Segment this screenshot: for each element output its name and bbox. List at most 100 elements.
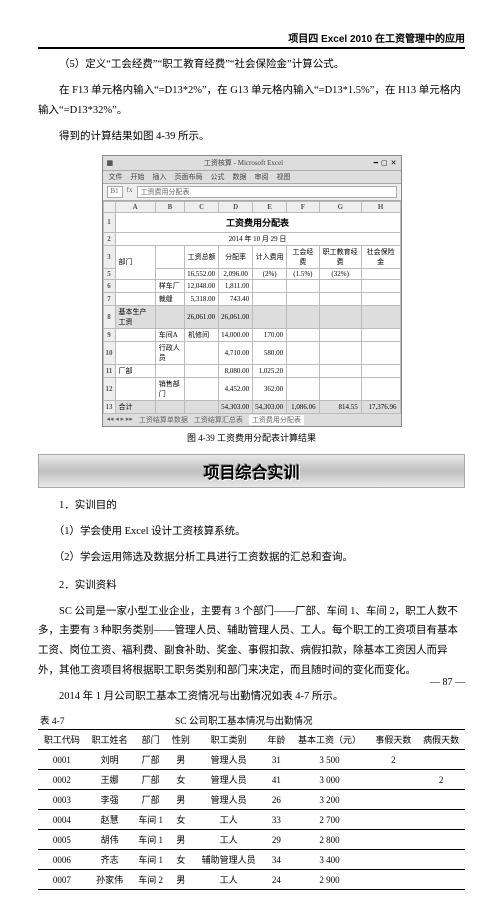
cell	[361, 279, 400, 292]
td: 29	[263, 830, 289, 850]
td: 胡伟	[86, 830, 134, 850]
cell: 1,086.06	[287, 400, 319, 413]
heading: 2．实训资料	[38, 576, 465, 596]
td: 0005	[38, 830, 86, 850]
cell	[319, 279, 361, 292]
td: 2	[369, 750, 417, 770]
row-h: 9	[103, 328, 115, 341]
cell: 基本生产工资	[115, 305, 155, 328]
cell	[185, 400, 219, 413]
cell: 销售部门	[155, 377, 184, 400]
row-h: 12	[103, 377, 115, 400]
col-headers: A B C D E F G H	[103, 201, 400, 212]
paragraph: （5）定义“工会经费”“职工教育经费”“社会保险金”计算公式。	[38, 55, 465, 75]
table-row: 0002王娜厂部女管理人员413 0002	[38, 770, 465, 790]
cell	[361, 328, 400, 341]
nav-icon: ◂◂ ◂ ▸ ▸▸	[107, 415, 133, 425]
cell	[319, 364, 361, 377]
excel-titlebar: ▦ 工资核算 - Microsoft Excel ━ ▢ ✕	[103, 156, 401, 171]
cell: (2%)	[253, 268, 287, 279]
excel-screenshot: ▦ 工资核算 - Microsoft Excel ━ ▢ ✕ 文件 开始 插入 …	[102, 155, 402, 427]
cell	[361, 364, 400, 377]
row-h: 3	[103, 245, 115, 268]
td	[369, 850, 417, 870]
td: 厂部	[133, 790, 167, 810]
td: 33	[263, 810, 289, 830]
cell: 工资总额	[185, 245, 219, 268]
cell: 743.40	[219, 292, 253, 305]
cell	[115, 292, 155, 305]
cell	[155, 268, 184, 279]
formula-box: 工资费用分配表	[137, 186, 397, 198]
paragraph: 在 F13 单元格内输入“=D13*2%”，在 G13 单元格内输入“=D13*…	[38, 81, 465, 121]
cell	[185, 377, 219, 400]
td: 管理人员	[194, 790, 263, 810]
cell-ref: B1	[107, 186, 123, 198]
td: 刘明	[86, 750, 134, 770]
cell: 2,096.00	[219, 268, 253, 279]
header-rule	[38, 47, 465, 49]
cell	[287, 364, 319, 377]
banner-title: 项目综合实训	[203, 465, 299, 482]
row-h: 8	[103, 305, 115, 328]
sheet-tab: 工资结算单数据	[139, 415, 188, 425]
row-h: 13	[103, 400, 115, 413]
td: 赵慧	[86, 810, 134, 830]
row-h: 5	[103, 268, 115, 279]
minimize-icon: ━	[374, 159, 378, 167]
excel-sheet-tabs: ◂◂ ◂ ▸ ▸▸ 工资结算单数据 工资结算汇总表 工资费用分配表	[103, 414, 401, 426]
cell	[155, 364, 184, 377]
td: 0006	[38, 850, 86, 870]
excel-row: 13合计54,303.0054,303.001,086.06814.5517,3…	[103, 400, 400, 413]
cell	[115, 279, 155, 292]
excel-row: 9车间A机修间14,000.00170.00	[103, 328, 400, 341]
row-h: 11	[103, 364, 115, 377]
col-h: H	[361, 201, 400, 212]
th: 部门	[133, 730, 167, 750]
cell	[155, 305, 184, 328]
col-h: D	[219, 201, 253, 212]
cell	[185, 341, 219, 364]
cell: 362.00	[253, 377, 287, 400]
td: 34	[263, 850, 289, 870]
td: 男	[168, 790, 194, 810]
td: 3 400	[290, 850, 370, 870]
row-h: 6	[103, 279, 115, 292]
cell: 裁缝	[155, 292, 184, 305]
cell	[185, 364, 219, 377]
cell	[287, 305, 319, 328]
td: 女	[168, 810, 194, 830]
td	[369, 790, 417, 810]
menu-item: 数据	[233, 172, 247, 182]
td: 24	[263, 870, 289, 890]
td: 0001	[38, 750, 86, 770]
cell	[361, 341, 400, 364]
td: 3 500	[290, 750, 370, 770]
sheet-date-row: 22014 年 10 月 29 日	[103, 232, 400, 245]
table-row: 0001刘明厂部男管理人员313 5002	[38, 750, 465, 770]
cell	[319, 341, 361, 364]
td	[369, 870, 417, 890]
td: 女	[168, 850, 194, 870]
cell: 社会保险金	[361, 245, 400, 268]
cell: 54,303.00	[253, 400, 287, 413]
td: 王娜	[86, 770, 134, 790]
table-body: 0001刘明厂部男管理人员313 50020002王娜厂部女管理人员413 00…	[38, 750, 465, 890]
td: 齐志	[86, 850, 134, 870]
cell	[361, 305, 400, 328]
cell: 车间A	[155, 328, 184, 341]
excel-row: 8基本生产工资26,061.0026,061.00	[103, 305, 400, 328]
td: 2 700	[290, 810, 370, 830]
cell	[319, 292, 361, 305]
cell	[253, 279, 287, 292]
cell: 17,376.96	[361, 400, 400, 413]
td: 2 800	[290, 830, 370, 850]
cell: 26,061.00	[219, 305, 253, 328]
th: 病假天数	[417, 730, 465, 750]
excel-row: 6样车厂12,048.001,811.00	[103, 279, 400, 292]
menu-item: 页面布局	[175, 172, 203, 182]
table-row: 0005胡伟车间 1男工人292 800	[38, 830, 465, 850]
employee-table: 职工代码 职工姓名 部门 性别 职工类别 年龄 基本工资（元） 事假天数 病假天…	[38, 729, 465, 890]
cell	[319, 305, 361, 328]
cell: 职工教育经费	[319, 245, 361, 268]
